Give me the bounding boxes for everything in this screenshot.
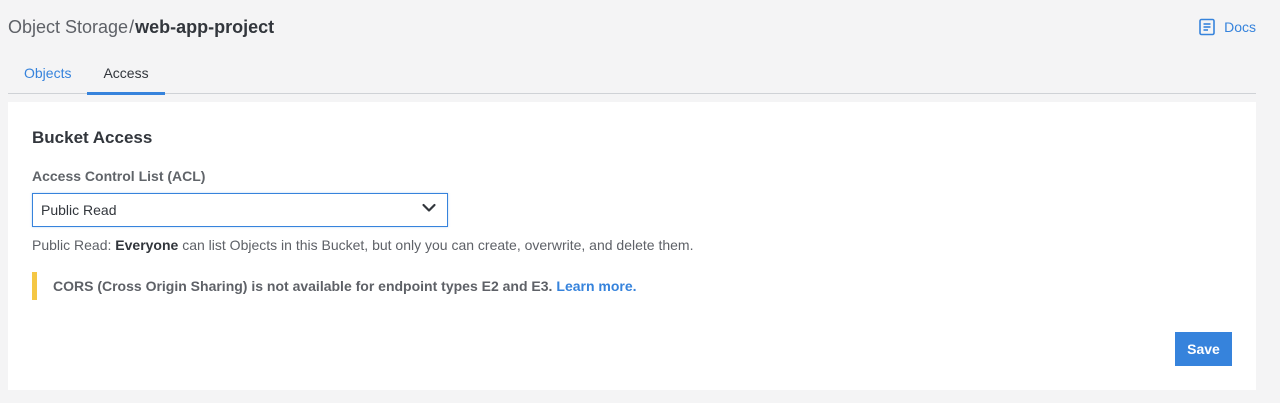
tab-access[interactable]: Access <box>87 54 165 95</box>
tab-objects[interactable]: Objects <box>8 54 87 94</box>
page-header: Object Storage / web-app-project Docs <box>8 14 1256 40</box>
acl-select[interactable]: Public Read <box>32 193 448 227</box>
document-icon <box>1198 18 1216 36</box>
tab-bar: Objects Access <box>8 54 1256 95</box>
helper-bold: Everyone <box>115 237 179 253</box>
helper-prefix: Public Read: <box>32 237 116 253</box>
notice-text: CORS (Cross Origin Sharing) is not avail… <box>53 278 553 294</box>
bucket-access-panel: Bucket Access Access Control List (ACL) … <box>8 102 1256 390</box>
breadcrumb-separator: / <box>129 16 135 37</box>
acl-label: Access Control List (ACL) <box>32 168 206 184</box>
learn-more-link[interactable]: Learn more. <box>556 278 636 294</box>
cors-notice: CORS (Cross Origin Sharing) is not avail… <box>32 272 637 300</box>
breadcrumb: Object Storage / web-app-project <box>8 17 274 38</box>
breadcrumb-current: web-app-project <box>135 16 275 37</box>
breadcrumb-parent[interactable]: Object Storage <box>8 17 128 38</box>
save-button[interactable]: Save <box>1175 332 1232 366</box>
docs-link[interactable]: Docs <box>1198 18 1256 36</box>
chevron-down-icon <box>421 200 437 221</box>
panel-title: Bucket Access <box>32 128 153 147</box>
acl-helper-text: Public Read: Everyone can list Objects i… <box>32 237 693 253</box>
acl-select-value: Public Read <box>41 202 117 218</box>
docs-label: Docs <box>1224 19 1256 35</box>
helper-suffix: can list Objects in this Bucket, but onl… <box>178 237 694 253</box>
